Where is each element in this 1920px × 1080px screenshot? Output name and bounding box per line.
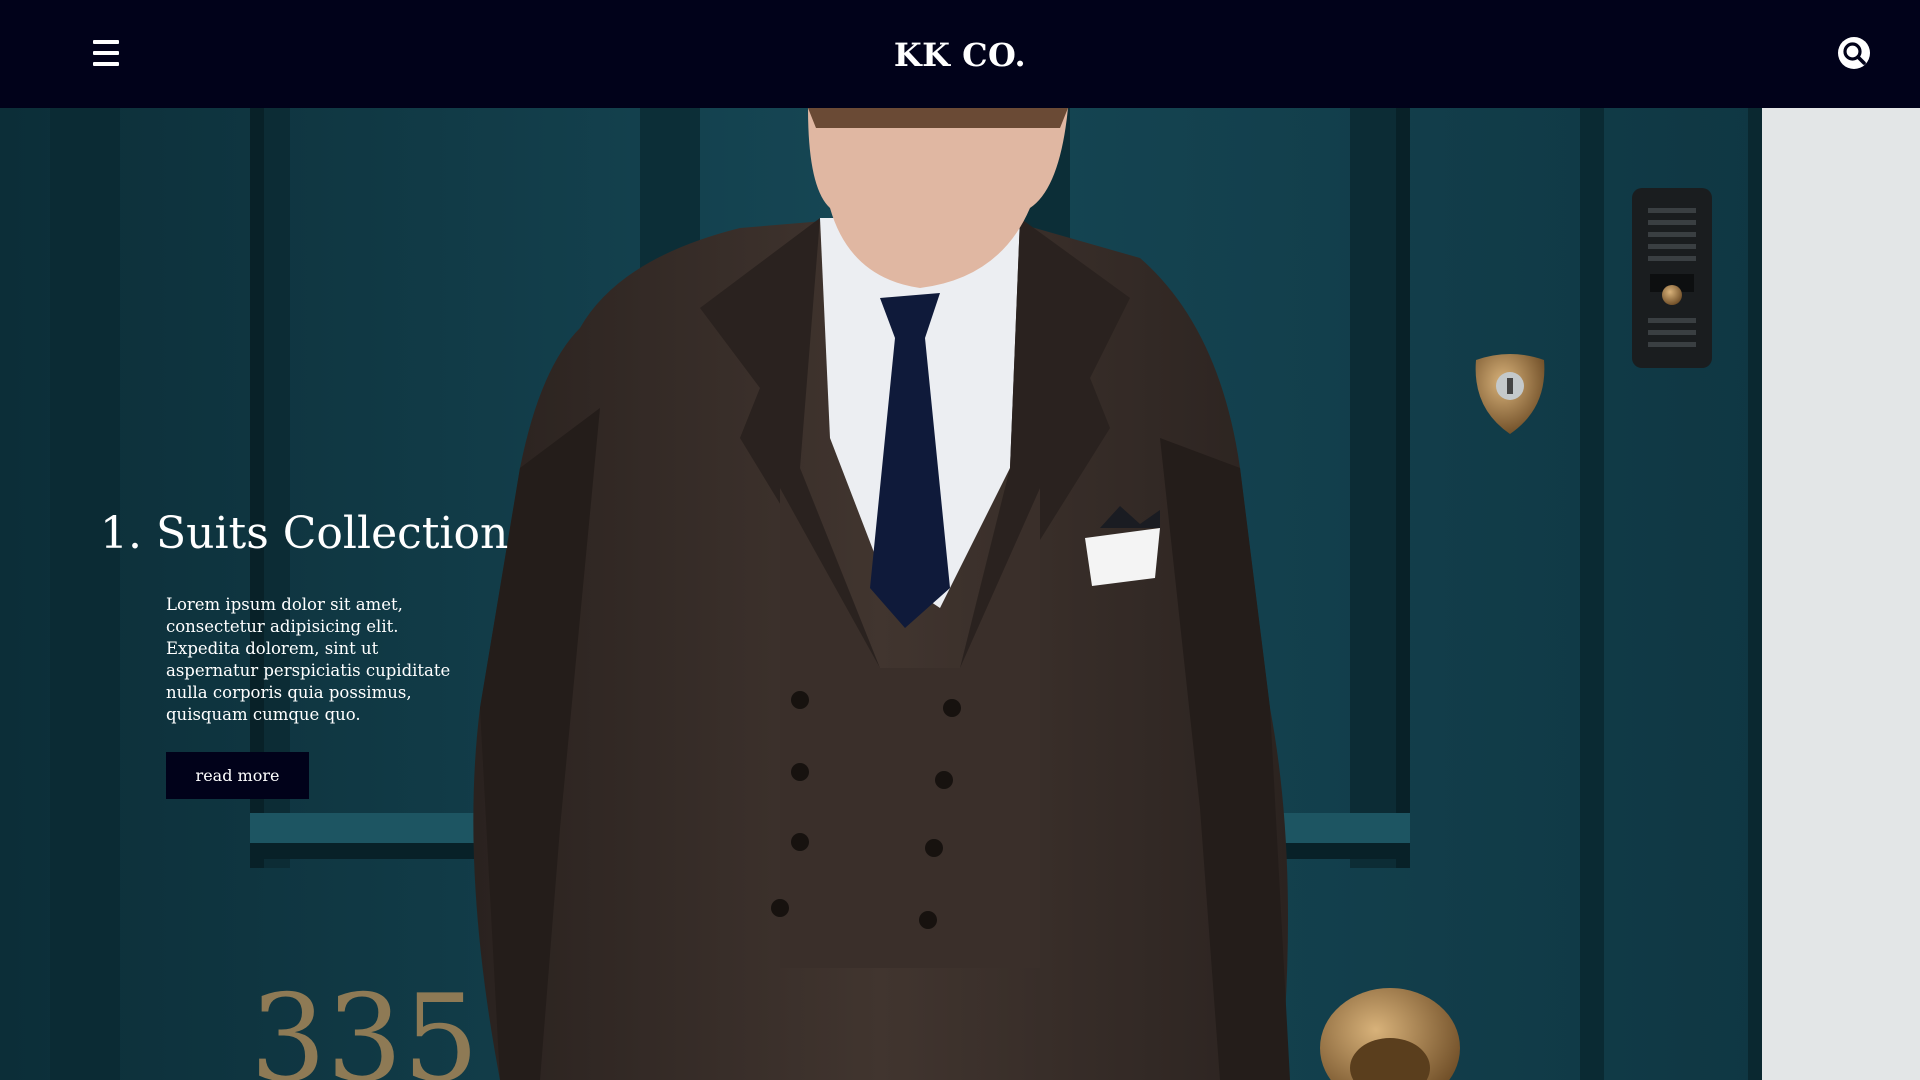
read-more-button[interactable]: read more <box>166 752 309 799</box>
hero-description: Lorem ipsum dolor sit amet, consectetur … <box>166 595 451 724</box>
brand-logo[interactable]: KK CO. <box>0 36 1920 74</box>
door-number: 335 <box>250 970 479 1080</box>
top-navigation-bar: KK CO. <box>0 0 1920 108</box>
search-icon[interactable] <box>1837 36 1871 70</box>
hero-banner: 335 1. Suits Collection Lorem ipsum dolo… <box>0 108 1920 1080</box>
hero-title: 1. Suits Collection <box>100 508 509 559</box>
